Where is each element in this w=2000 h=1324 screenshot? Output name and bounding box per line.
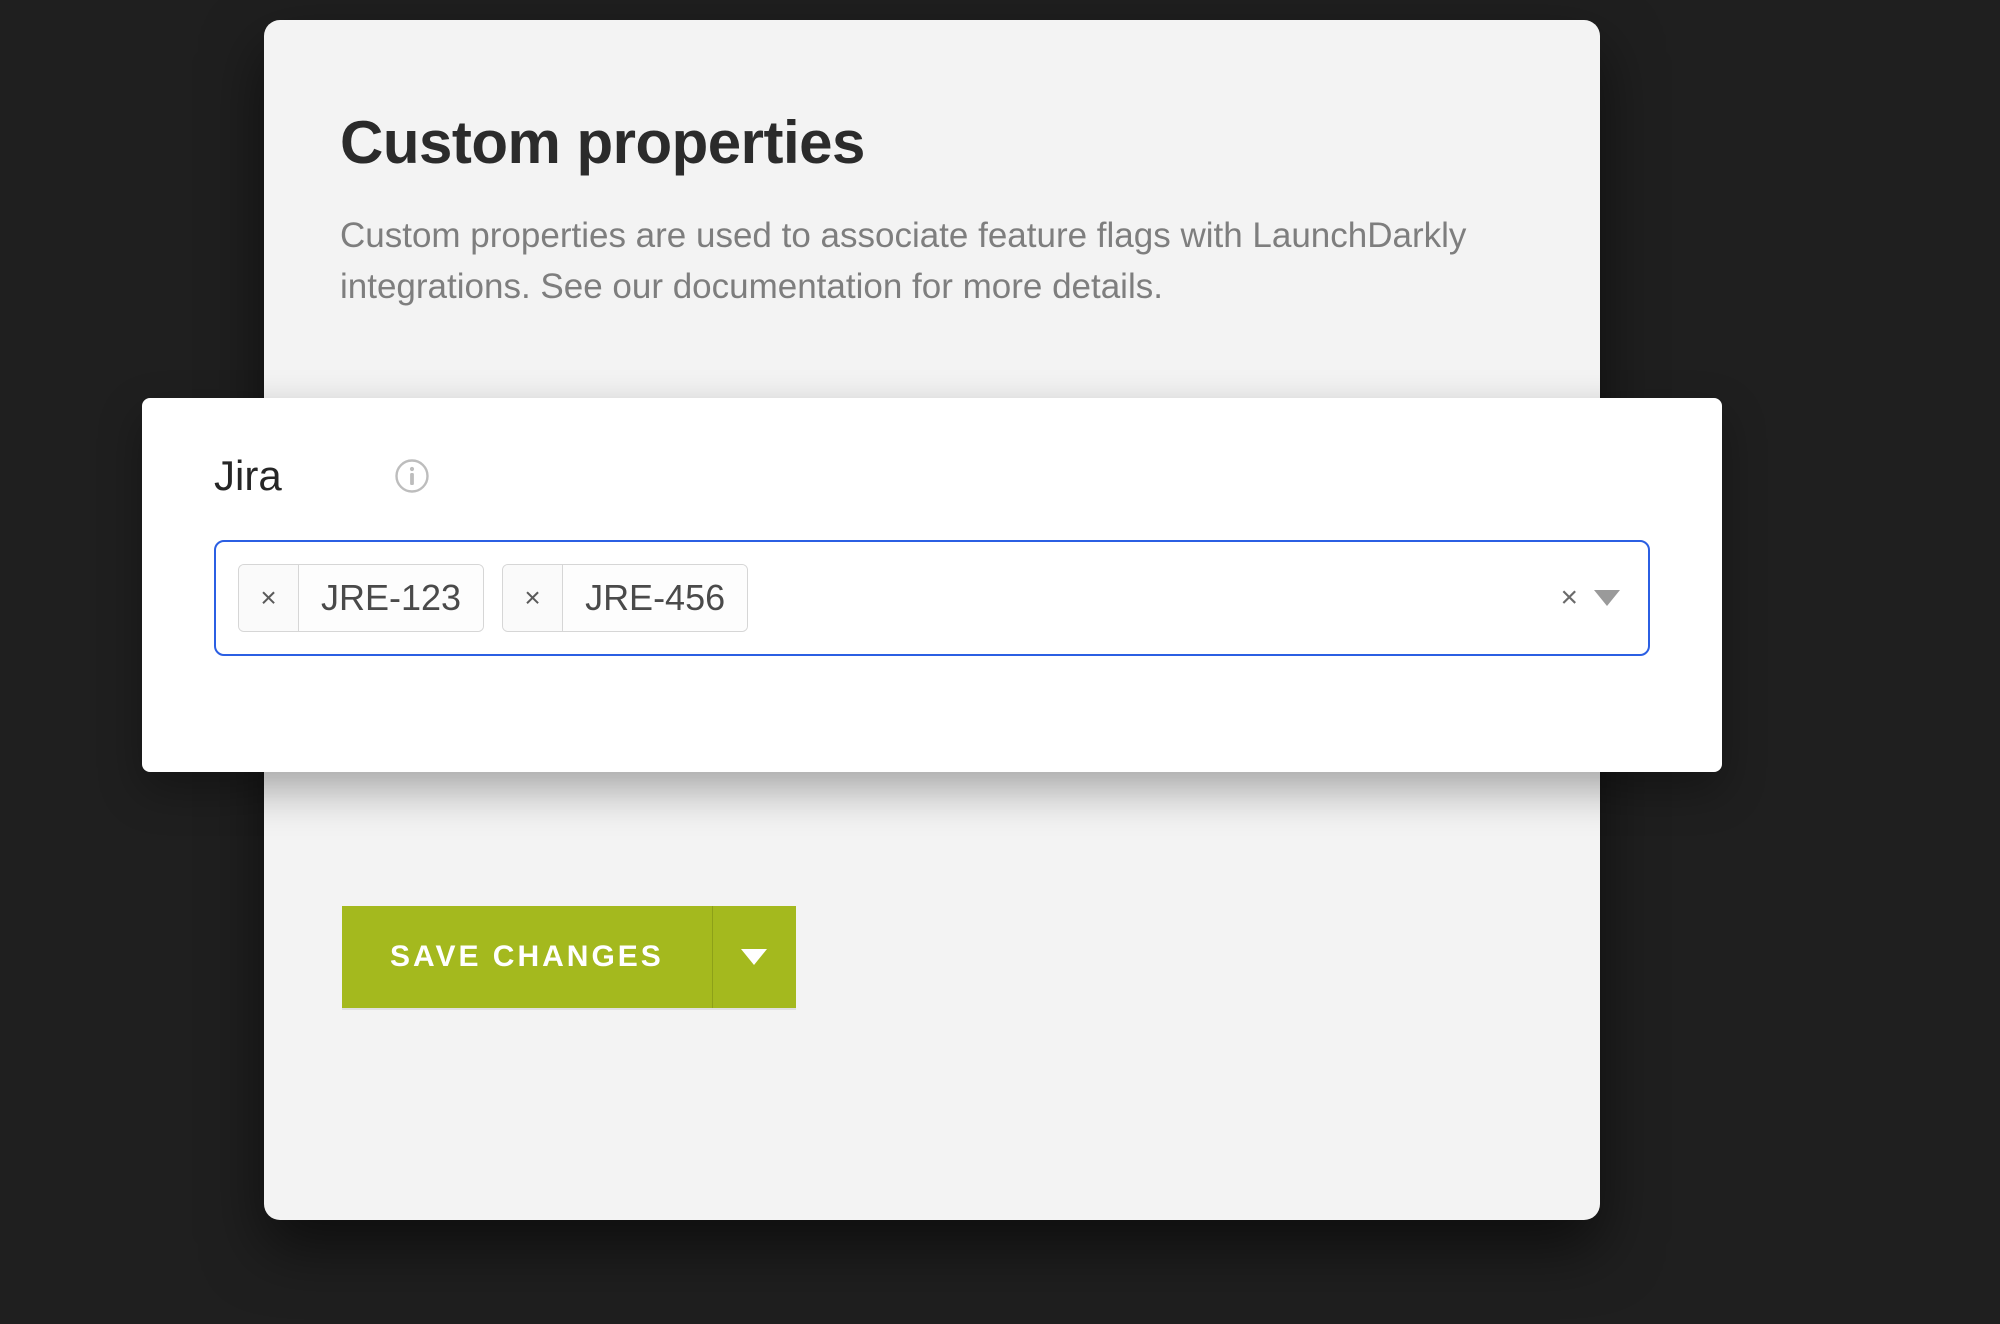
dropdown-toggle-button[interactable]: [1594, 590, 1620, 606]
save-button-group: SAVE CHANGES: [342, 906, 796, 1008]
caret-down-icon: [1594, 590, 1620, 606]
save-dropdown-button[interactable]: [712, 906, 796, 1008]
field-label: Jira: [214, 452, 282, 500]
close-icon: ×: [524, 582, 540, 614]
multiselect-controls: ×: [1560, 583, 1626, 613]
panel-heading: Custom properties: [340, 108, 1524, 177]
tag-label: JRE-456: [563, 565, 747, 631]
close-icon: ×: [1560, 581, 1578, 614]
clear-all-button[interactable]: ×: [1560, 583, 1578, 613]
tag-item: × JRE-123: [238, 564, 484, 632]
info-icon[interactable]: [394, 458, 430, 494]
tag-label: JRE-123: [299, 565, 483, 631]
tag-item: × JRE-456: [502, 564, 748, 632]
tag-remove-button[interactable]: ×: [503, 565, 563, 631]
panel-description: Custom properties are used to associate …: [340, 211, 1500, 313]
property-input-card: Jira × JRE-123 × JRE-456: [142, 398, 1722, 772]
tags-container: × JRE-123 × JRE-456: [238, 564, 1560, 632]
close-icon: ×: [260, 582, 276, 614]
save-changes-button[interactable]: SAVE CHANGES: [342, 906, 712, 1008]
jira-multiselect-input[interactable]: × JRE-123 × JRE-456 ×: [214, 540, 1650, 656]
caret-down-icon: [741, 949, 767, 965]
field-header-row: Jira: [214, 452, 1650, 500]
tag-remove-button[interactable]: ×: [239, 565, 299, 631]
